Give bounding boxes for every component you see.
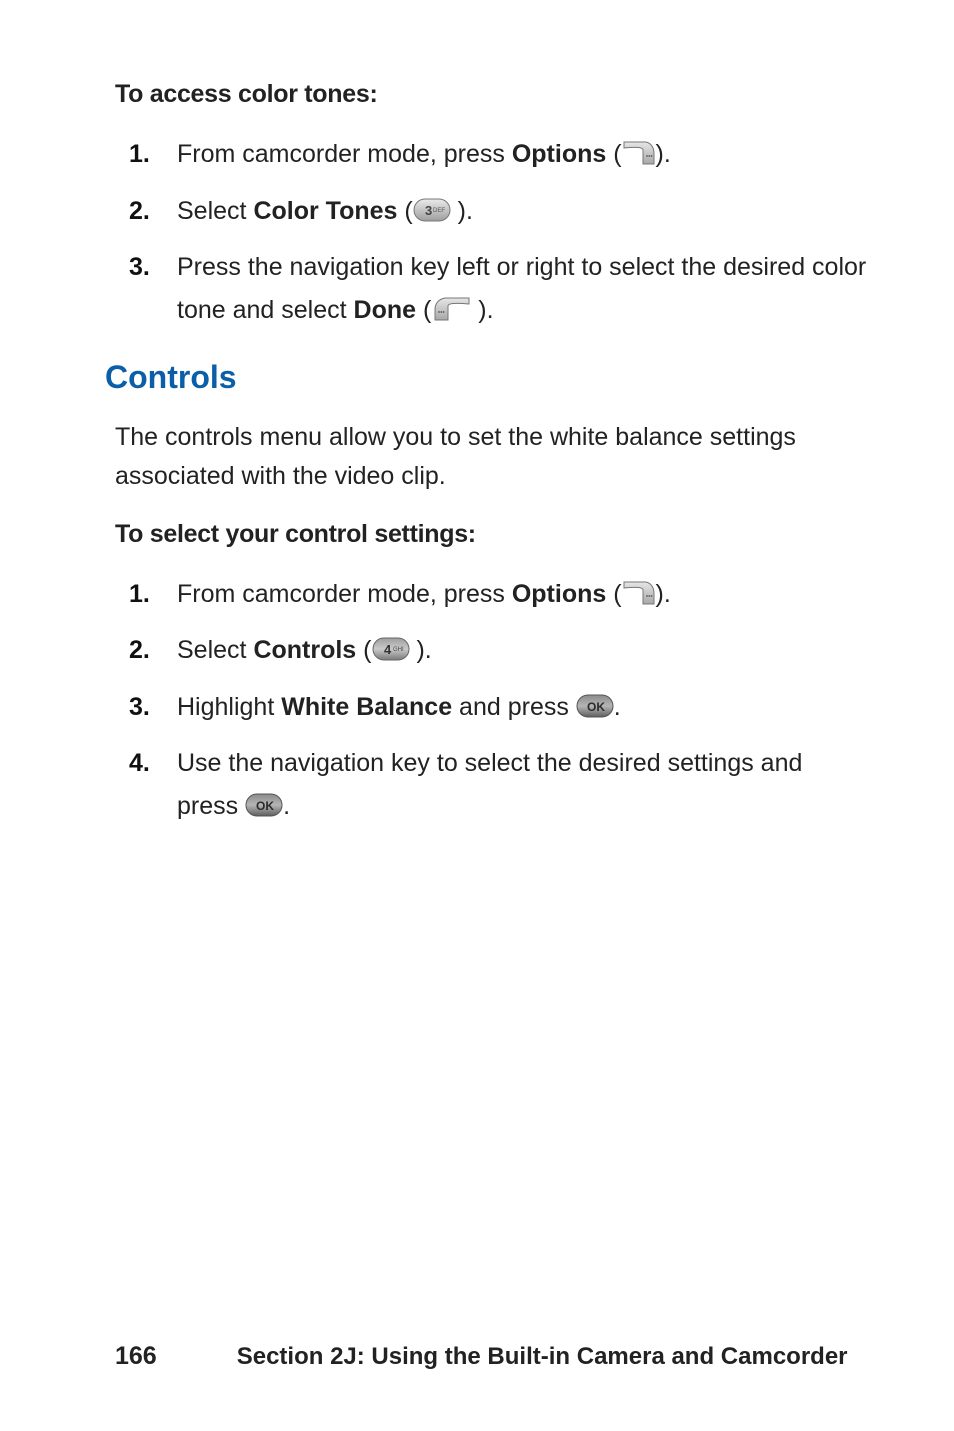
svg-text:DEF: DEF: [433, 208, 445, 214]
steps-color-tones: 1. From camcorder mode, press Options ( …: [129, 133, 869, 331]
list-item: 3. Press the navigation key left or righ…: [129, 246, 869, 331]
section-label: Section 2J: Using the Built-in Camera an…: [237, 1343, 848, 1371]
step-number: 2.: [129, 629, 177, 672]
softkey-left-icon: [431, 296, 471, 322]
softkey-right-icon: [622, 140, 656, 166]
numkey-3-icon: 3 DEF: [413, 198, 451, 222]
svg-text:OK: OK: [587, 700, 605, 714]
step-body: Highlight White Balance and press OK .: [177, 686, 869, 729]
controls-description: The controls menu allow you to set the w…: [115, 418, 869, 496]
step-number: 4.: [129, 742, 177, 827]
ok-key-icon: OK: [245, 793, 283, 817]
svg-text:4: 4: [384, 642, 392, 657]
svg-text:OK: OK: [256, 799, 274, 813]
svg-text:3: 3: [425, 203, 432, 218]
numkey-4-icon: 4 GHI: [372, 637, 410, 661]
step-body: Use the navigation key to select the des…: [177, 742, 869, 827]
step-body: Press the navigation key left or right t…: [177, 246, 869, 331]
softkey-right-icon: [622, 580, 656, 606]
step-body: Select Color Tones ( 3 DEF ).: [177, 190, 869, 233]
page-number: 166: [115, 1342, 157, 1371]
list-item: 1. From camcorder mode, press Options ( …: [129, 573, 869, 616]
list-item: 2. Select Color Tones ( 3 DEF ).: [129, 190, 869, 233]
page-footer: 166 Section 2J: Using the Built-in Camer…: [115, 1342, 869, 1371]
list-item: 4. Use the navigation key to select the …: [129, 742, 869, 827]
step-number: 2.: [129, 190, 177, 233]
list-item: 2. Select Controls ( 4 GHI ).: [129, 629, 869, 672]
step-number: 3.: [129, 246, 177, 331]
step-body: From camcorder mode, press Options ( ).: [177, 133, 869, 176]
step-number: 1.: [129, 573, 177, 616]
subheading-select-control-settings: To select your control settings:: [115, 520, 869, 549]
list-item: 1. From camcorder mode, press Options ( …: [129, 133, 869, 176]
step-body: From camcorder mode, press Options ( ).: [177, 573, 869, 616]
section-heading-controls: Controls: [105, 359, 869, 396]
step-number: 3.: [129, 686, 177, 729]
steps-controls: 1. From camcorder mode, press Options ( …: [129, 573, 869, 828]
ok-key-icon: OK: [576, 694, 614, 718]
manual-page: To access color tones: 1. From camcorder…: [0, 0, 954, 1431]
step-body: Select Controls ( 4 GHI ).: [177, 629, 869, 672]
subheading-access-color-tones: To access color tones:: [115, 80, 869, 109]
step-number: 1.: [129, 133, 177, 176]
list-item: 3. Highlight White Balance and press OK …: [129, 686, 869, 729]
svg-text:GHI: GHI: [393, 647, 404, 653]
